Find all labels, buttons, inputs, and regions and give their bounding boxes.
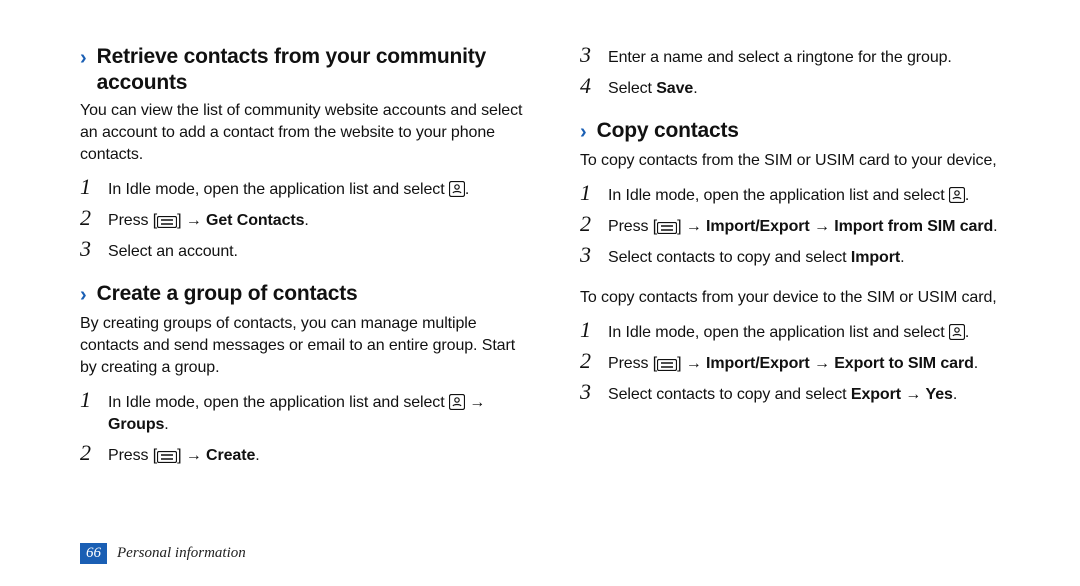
section-create-group: › Create a group of contacts By creating…	[80, 281, 530, 467]
step-number: 1	[80, 389, 98, 411]
step-text: In Idle mode, open the application list …	[108, 179, 469, 201]
step-item: 2 Press [] → Import/Export → Import from…	[580, 213, 1030, 238]
menu-icon	[157, 451, 177, 463]
page-number: 66	[80, 543, 107, 564]
step-item: 3 Select an account.	[80, 238, 530, 263]
section-intro: By creating groups of contacts, you can …	[80, 313, 530, 379]
step-number: 2	[580, 350, 598, 372]
contacts-icon	[449, 181, 465, 197]
step-item: 3 Select contacts to copy and select Exp…	[580, 381, 1030, 406]
step-list: 1 In Idle mode, open the application lis…	[580, 319, 1030, 406]
section-copy-contacts: › Copy contacts To copy contacts from th…	[580, 118, 1030, 406]
step-item: 2 Press [] → Get Contacts.	[80, 207, 530, 232]
step-text: Select contacts to copy and select Impor…	[608, 247, 904, 269]
continued-steps: 3 Enter a name and select a ringtone for…	[580, 44, 1030, 100]
step-text: In Idle mode, open the application list …	[608, 185, 969, 207]
step-text: In Idle mode, open the application list …	[608, 322, 969, 344]
section-intro: To copy contacts from the SIM or USIM ca…	[580, 150, 1030, 172]
step-list: 1 In Idle mode, open the application lis…	[80, 389, 530, 467]
chevron-icon: ›	[80, 44, 87, 72]
section-title: Create a group of contacts	[97, 281, 358, 307]
section-intro: To copy contacts from your device to the…	[580, 287, 1030, 309]
step-item: 1 In Idle mode, open the application lis…	[80, 389, 530, 436]
step-text: Press [] → Import/Export → Export to SIM…	[608, 353, 978, 375]
footer-title: Personal information	[117, 545, 246, 562]
step-text: In Idle mode, open the application list …	[108, 392, 530, 436]
page-footer: 66 Personal information	[80, 543, 246, 564]
step-item: 3 Enter a name and select a ringtone for…	[580, 44, 1030, 69]
step-item: 1 In Idle mode, open the application lis…	[80, 176, 530, 201]
contacts-icon	[449, 394, 465, 410]
section-intro: You can view the list of community websi…	[80, 100, 530, 166]
contacts-icon	[949, 324, 965, 340]
step-number: 3	[580, 244, 598, 266]
step-number: 1	[580, 182, 598, 204]
left-column: › Retrieve contacts from your community …	[80, 44, 530, 510]
step-text: Press [] → Get Contacts.	[108, 210, 309, 232]
section-title: Retrieve contacts from your community ac…	[97, 44, 530, 96]
menu-icon	[657, 359, 677, 371]
step-number: 3	[580, 44, 598, 66]
right-column: 3 Enter a name and select a ringtone for…	[580, 44, 1030, 510]
contacts-icon	[949, 187, 965, 203]
step-item: 2 Press [] → Create.	[80, 442, 530, 467]
menu-icon	[657, 222, 677, 234]
step-number: 2	[80, 442, 98, 464]
step-text: Select an account.	[108, 241, 238, 263]
step-number: 1	[580, 319, 598, 341]
chevron-icon: ›	[580, 118, 587, 146]
step-text: Press [] → Import/Export → Import from S…	[608, 216, 998, 238]
section-retrieve: › Retrieve contacts from your community …	[80, 44, 530, 263]
step-number: 2	[80, 207, 98, 229]
step-number: 1	[80, 176, 98, 198]
page-body: › Retrieve contacts from your community …	[0, 0, 1080, 510]
step-item: 2 Press [] → Import/Export → Export to S…	[580, 350, 1030, 375]
step-text: Select Save.	[608, 78, 698, 100]
section-title: Copy contacts	[597, 118, 739, 144]
step-number: 2	[580, 213, 598, 235]
step-item: 1 In Idle mode, open the application lis…	[580, 182, 1030, 207]
step-list: 1 In Idle mode, open the application lis…	[580, 182, 1030, 269]
step-text: Press [] → Create.	[108, 445, 260, 467]
step-item: 3 Select contacts to copy and select Imp…	[580, 244, 1030, 269]
step-list: 1 In Idle mode, open the application lis…	[80, 176, 530, 263]
step-item: 4 Select Save.	[580, 75, 1030, 100]
step-text: Enter a name and select a ringtone for t…	[608, 47, 952, 69]
step-number: 3	[80, 238, 98, 260]
step-number: 3	[580, 381, 598, 403]
chevron-icon: ›	[80, 281, 87, 309]
step-number: 4	[580, 75, 598, 97]
step-text: Select contacts to copy and select Expor…	[608, 384, 957, 406]
menu-icon	[157, 216, 177, 228]
step-item: 1 In Idle mode, open the application lis…	[580, 319, 1030, 344]
